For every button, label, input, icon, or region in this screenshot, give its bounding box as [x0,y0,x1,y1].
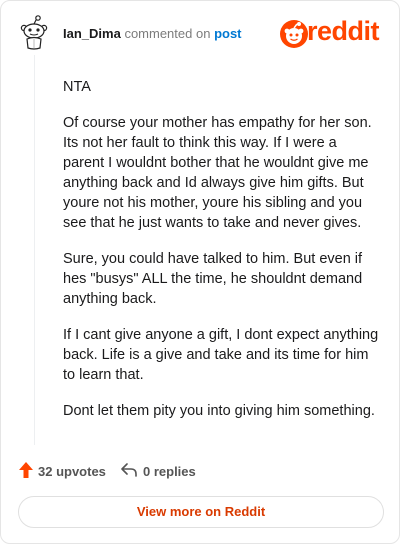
reply-count: 0 replies [143,464,196,479]
comment-body: NTA Of course your mother has empathy fo… [63,77,381,437]
comment-action-text: commented on [124,26,211,41]
comment-paragraph: Of course your mother has empathy for he… [63,115,372,231]
upvote-count: 32 upvotes [38,464,106,479]
upvote-arrow-icon[interactable] [19,462,33,478]
comment-meta: Ian_Dima commented on post [63,26,242,42]
view-more-button[interactable]: View more on Reddit [18,496,384,528]
reddit-wordmark: reddit [307,16,380,46]
author-username[interactable]: Ian_Dima [63,26,121,41]
avatar[interactable] [19,15,49,51]
comment-footer: 32 upvotes 0 replies [19,461,379,481]
comment-header: Ian_Dima commented on post reddit [1,1,399,65]
snoo-avatar-icon [20,15,48,50]
reply-arrow-icon[interactable] [121,463,137,477]
thread-line [34,55,35,445]
post-link[interactable]: post [214,26,241,41]
comment-paragraph: NTA [63,79,91,95]
comment-paragraph: Sure, you could have talked to him. But … [63,251,363,307]
comment-paragraph: Dont let them pity you into giving him s… [63,403,375,419]
comment-paragraph: If I cant give anyone a gift, I dont exp… [63,327,379,383]
comment-card: Ian_Dima commented on post reddit NTA Of… [0,0,400,544]
reddit-logo-icon [280,20,308,48]
